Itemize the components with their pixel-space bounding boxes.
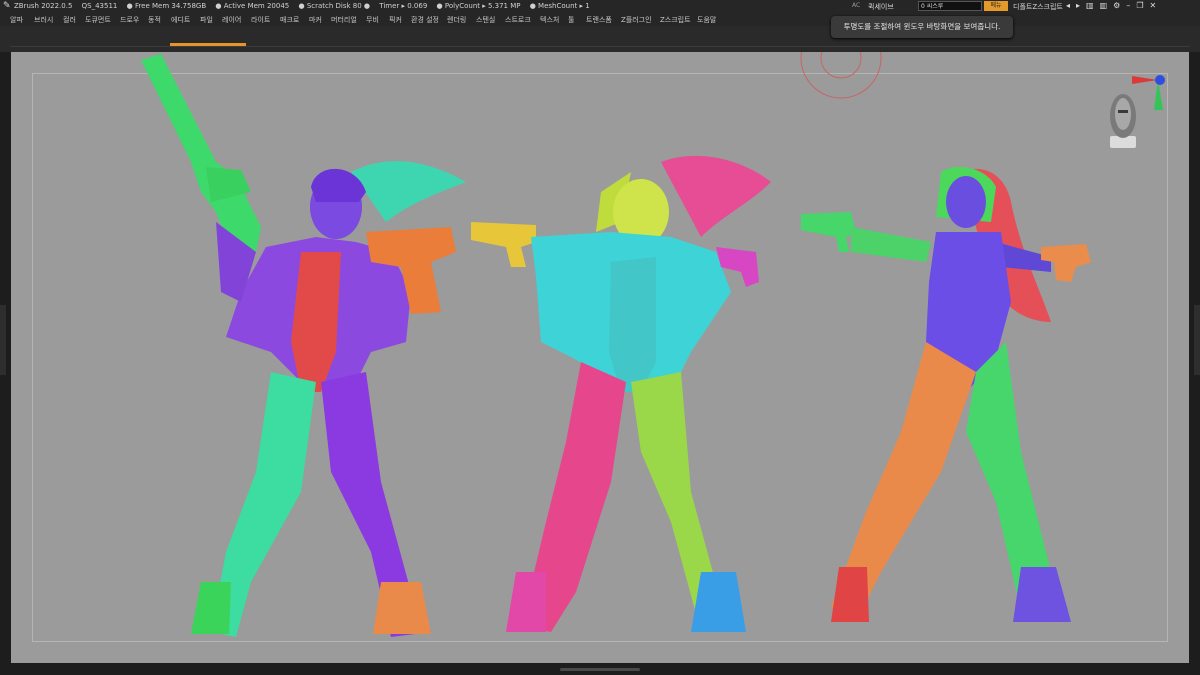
menu-color[interactable]: 컬러 bbox=[63, 15, 76, 25]
file-name: QS_43511 bbox=[81, 2, 118, 10]
shelf-divider bbox=[10, 46, 1190, 47]
menu-movie[interactable]: 무비 bbox=[366, 15, 379, 25]
menu-transform[interactable]: 트랜스폼 bbox=[586, 15, 612, 25]
gear-icon[interactable]: ⚙ bbox=[1113, 1, 1126, 10]
menu-bar: 알파 브러시 컬러 도큐먼트 드로우 동적 에디트 파일 레이어 라이트 매크로… bbox=[0, 13, 1200, 26]
layout-icon[interactable]: ◂▸ bbox=[1066, 1, 1086, 10]
menu-alpha[interactable]: 알파 bbox=[10, 15, 23, 25]
active-tab-indicator[interactable] bbox=[170, 43, 246, 46]
meshcount: ● MeshCount ▸ 1 bbox=[529, 2, 590, 10]
restore-icon[interactable]: ❐ bbox=[1136, 1, 1149, 10]
menu-document[interactable]: 도큐먼트 bbox=[85, 15, 111, 25]
title-bar: ✎ ZBrush 2022.0.5 QS_43511 ● Free Mem 34… bbox=[0, 0, 1200, 13]
menu-button[interactable]: 메뉴 bbox=[984, 1, 1008, 11]
menu-help[interactable]: 도움말 bbox=[697, 15, 716, 25]
menu-file[interactable]: 파일 bbox=[200, 15, 213, 25]
menu-draw[interactable]: 드로우 bbox=[120, 15, 139, 25]
figure-right bbox=[801, 167, 1091, 622]
menu-layer[interactable]: 레이어 bbox=[222, 15, 241, 25]
active-mem: ● Active Mem 20045 bbox=[215, 2, 290, 10]
menu-tool[interactable]: 툴 bbox=[568, 15, 574, 25]
default-zscript-button[interactable]: 디폴트Z스크립트 bbox=[1013, 2, 1063, 12]
ac-label: AC bbox=[852, 2, 861, 9]
grid2-icon[interactable]: ▥ bbox=[1100, 1, 1114, 10]
menu-stroke[interactable]: 스트로크 bbox=[505, 15, 531, 25]
tool-shelf bbox=[0, 26, 1200, 52]
minimize-icon[interactable]: – bbox=[1126, 1, 1136, 10]
brush-cursor bbox=[800, 52, 882, 99]
menu-marker[interactable]: 마커 bbox=[309, 15, 322, 25]
close-icon[interactable]: ✕ bbox=[1150, 1, 1163, 10]
bottom-tray-handle[interactable] bbox=[560, 668, 640, 671]
head-bust-icon[interactable] bbox=[1104, 88, 1142, 150]
menu-stencil[interactable]: 스텐실 bbox=[476, 15, 495, 25]
menu-texture[interactable]: 텍스처 bbox=[540, 15, 559, 25]
menu-edit[interactable]: 에디트 bbox=[171, 15, 190, 25]
menu-material[interactable]: 머터리얼 bbox=[331, 15, 357, 25]
menu-preferences[interactable]: 환경 설정 bbox=[411, 15, 439, 25]
window-controls: ◂▸▥▥⚙–❐✕ bbox=[1066, 1, 1162, 10]
polycount: ● PolyCount ▸ 5.371 MP bbox=[436, 2, 521, 10]
status-line: ZBrush 2022.0.5 QS_43511 ● Free Mem 34.7… bbox=[14, 2, 597, 10]
menu-macro[interactable]: 매크로 bbox=[280, 15, 299, 25]
figure-middle bbox=[471, 155, 771, 632]
menu-zscript[interactable]: Z스크립트 bbox=[660, 15, 691, 25]
figure-left bbox=[141, 54, 466, 637]
menu-light[interactable]: 라이트 bbox=[251, 15, 270, 25]
see-through-tooltip: 투명도를 조절하여 윈도우 바탕화면을 보여줍니다. bbox=[831, 16, 1013, 38]
menu-render[interactable]: 렌더링 bbox=[447, 15, 466, 25]
3d-viewport[interactable] bbox=[11, 52, 1189, 663]
scratch-disk: ● Scratch Disk 80 ● bbox=[298, 2, 371, 10]
grid-icon[interactable]: ▥ bbox=[1086, 1, 1100, 10]
quicksave-button[interactable]: 퀵세이브 bbox=[868, 2, 894, 12]
zbrush-logo-icon: ✎ bbox=[3, 1, 11, 11]
menu-brush[interactable]: 브러시 bbox=[34, 15, 53, 25]
see-through-slider[interactable]: 0 씨스루 bbox=[918, 1, 982, 11]
left-tray-handle[interactable] bbox=[0, 305, 6, 375]
right-tray-handle[interactable] bbox=[1194, 305, 1200, 375]
menu-dynamics[interactable]: 동적 bbox=[148, 15, 161, 25]
app-version: ZBrush 2022.0.5 bbox=[14, 2, 73, 10]
free-mem: ● Free Mem 34.758GB bbox=[126, 2, 207, 10]
menu-zplugin[interactable]: Z플러그인 bbox=[621, 15, 652, 25]
menu-picker[interactable]: 픽커 bbox=[389, 15, 402, 25]
timer: Timer ▸ 0.069 bbox=[379, 2, 428, 10]
